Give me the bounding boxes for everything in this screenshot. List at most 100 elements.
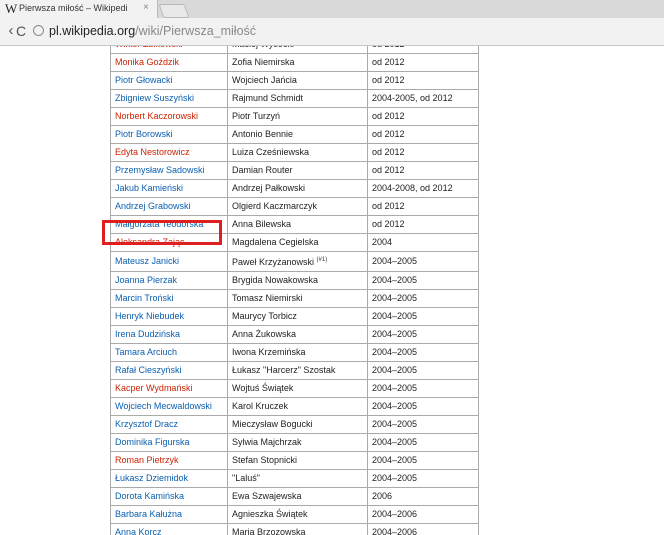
actor-link[interactable]: Dominika Figurska: [115, 437, 190, 447]
address-bar[interactable]: pl.wikipedia.org/wiki/Pierwsza_miłość: [49, 23, 256, 39]
actor-link[interactable]: Marcin Troński: [115, 293, 174, 303]
role-text: Paweł Krzyżanowski: [232, 257, 315, 267]
role-text: Rajmund Schmidt: [232, 93, 304, 103]
role-cell: Luiza Cześniewska: [227, 143, 368, 162]
role-text: Anna Bilewska: [232, 219, 292, 229]
actor-cell: Roman Pietrzyk: [110, 451, 228, 470]
role-cell: Maciej Wysocki: [227, 46, 368, 54]
page-info-icon[interactable]: [33, 25, 44, 36]
close-tab-icon[interactable]: ×: [143, 2, 149, 14]
table-row: Rafał Cieszyński Łukasz "Harcerz" Szostak…: [110, 361, 479, 380]
role-text: Piotr Turzyń: [232, 111, 281, 121]
table-row: Łukasz Dziemidok "Laluś" 2004–2005: [110, 469, 479, 488]
actor-cell: Anna Korcz: [110, 523, 228, 535]
table-row: Jakub Kamieński Andrzej Pałkowski 2004-200…: [110, 179, 479, 198]
table-row: Przemysław Sadowski Damian Router od 2012: [110, 161, 479, 180]
actor-cell: Krzysztof Dracz: [110, 415, 228, 434]
actor-link[interactable]: Łukasz Dziemidok: [115, 473, 188, 483]
role-text: Andrzej Pałkowski: [232, 183, 306, 193]
role-cell: Rajmund Schmidt: [227, 89, 368, 108]
actor-link[interactable]: Edyta Nestorowicz: [115, 147, 190, 157]
role-cell: Magdalena Cegielska: [227, 233, 368, 252]
table-row: Wojciech Mecwaldowski Karol Kruczek 2004–2…: [110, 397, 479, 416]
actor-link[interactable]: Piotr Borowski: [115, 129, 173, 139]
actor-link[interactable]: Anna Korcz: [115, 527, 162, 535]
role-text: Wojtuś Świątek: [232, 383, 294, 393]
table-row: Krzysztof Dracz Mieczysław Bogucki 2004–20…: [110, 415, 479, 434]
table-row: Roman Pietrzyk Stefan Stopnicki 2004–2005: [110, 451, 479, 470]
table-row: Joanna Pierzak Brygida Nowakowska 2004–200…: [110, 271, 479, 290]
role-cell: Maurycy Torbicz: [227, 307, 368, 326]
actor-link[interactable]: Przemysław Sadowski: [115, 165, 205, 175]
actor-cell: Mateusz Janicki: [110, 251, 228, 272]
table-row: Piotr Głowacki Wojciech Jańcia od 2012: [110, 71, 479, 90]
role-text: Wojciech Jańcia: [232, 75, 297, 85]
table-row: Norbert Kaczorowski Piotr Turzyń od 2012: [110, 107, 479, 126]
table-row: Monika Goździk Zofia Niemirska od 2012: [110, 53, 479, 72]
actor-link[interactable]: Piotr Głowacki: [115, 75, 173, 85]
actor-link[interactable]: Irena Dudzińska: [115, 329, 180, 339]
years-cell: od 2012: [367, 161, 479, 180]
actor-link[interactable]: Henryk Niebudek: [115, 311, 184, 321]
years-cell: 2004–2005: [367, 343, 479, 362]
table-row: Henryk Niebudek Maurycy Torbicz 2004–2005: [110, 307, 479, 326]
actor-link[interactable]: Monika Goździk: [115, 57, 179, 67]
actor-link[interactable]: Tamara Arciuch: [115, 347, 177, 357]
actor-cell: Edyta Nestorowicz: [110, 143, 228, 162]
actor-link[interactable]: Kacper Wydmański: [115, 383, 192, 393]
actor-link[interactable]: Jakub Kamieński: [115, 183, 183, 193]
table-row: Edyta Nestorowicz Luiza Cześniewska od 201…: [110, 143, 479, 162]
tab-title: Pierwsza miłość – Wikipedi: [19, 3, 128, 13]
actor-link[interactable]: Wojciech Mecwaldowski: [115, 401, 212, 411]
years-cell: od 2012: [367, 71, 479, 90]
years-cell: 2004-2005, od 2012: [367, 89, 479, 108]
tab-strip: W Pierwsza miłość – Wikipedi ×: [0, 0, 664, 18]
years-cell: od 2012: [367, 215, 479, 234]
browser-tab[interactable]: W Pierwsza miłość – Wikipedi ×: [0, 0, 158, 18]
years-cell: od 2012: [367, 125, 479, 144]
table-row: Zbigniew Suszyński Rajmund Schmidt 2004-20…: [110, 89, 479, 108]
years-cell: 2004–2006: [367, 523, 479, 535]
role-text: Magdalena Cegielska: [232, 237, 319, 247]
actor-link[interactable]: Norbert Kaczorowski: [115, 111, 198, 121]
actor-cell: Zbigniew Suszyński: [110, 89, 228, 108]
table-row: Marcin Troński Tomasz Niemirski 2004–2005: [110, 289, 479, 308]
actor-link[interactable]: Krzysztof Dracz: [115, 419, 178, 429]
actor-link[interactable]: Barbara Kałużna: [115, 509, 182, 519]
actor-cell: Marcin Troński: [110, 289, 228, 308]
years-cell: 2004–2005: [367, 251, 479, 272]
actor-link[interactable]: Rafał Cieszyński: [115, 365, 182, 375]
actor-link[interactable]: Roman Pietrzyk: [115, 455, 179, 465]
years-cell: 2004: [367, 233, 479, 252]
role-cell: Iwona Krzemińska: [227, 343, 368, 362]
actor-cell: Dorota Kamińska: [110, 487, 228, 506]
actor-link[interactable]: Joanna Pierzak: [115, 275, 177, 285]
years-cell: 2004–2005: [367, 469, 479, 488]
years-cell: 2004–2005: [367, 307, 479, 326]
actor-link[interactable]: Andrzej Grabowski: [115, 201, 191, 211]
role-cell: Anna Bilewska: [227, 215, 368, 234]
role-cell: Piotr Turzyń: [227, 107, 368, 126]
new-tab-button[interactable]: [158, 4, 190, 18]
role-cell: Paweł Krzyżanowski (#1): [227, 251, 368, 272]
actor-link[interactable]: Wiktor Zbikowski: [115, 46, 183, 49]
table-row: Anna Korcz Maria Brzozowska 2004–2006: [110, 523, 479, 535]
table-row: Mateusz Janicki Paweł Krzyżanowski (#1) 20…: [110, 251, 479, 272]
actor-cell: Rafał Cieszyński: [110, 361, 228, 380]
role-cell: Andrzej Pałkowski: [227, 179, 368, 198]
role-cell: Maria Brzozowska: [227, 523, 368, 535]
footnote-ref[interactable]: (#1): [317, 257, 328, 263]
actor-cell: Wojciech Mecwaldowski: [110, 397, 228, 416]
actor-link[interactable]: Zbigniew Suszyński: [115, 93, 194, 103]
actor-cell: Andrzej Grabowski: [110, 197, 228, 216]
wikipedia-logo-icon: W: [5, 1, 18, 16]
actor-cell: Kacper Wydmański: [110, 379, 228, 398]
actor-cell: Piotr Głowacki: [110, 71, 228, 90]
years-cell: od 2012: [367, 197, 479, 216]
role-text: Antonio Bennie: [232, 129, 294, 139]
table-row: Dorota Kamińska Ewa Szwajewska 2006: [110, 487, 479, 506]
actor-link[interactable]: Dorota Kamińska: [115, 491, 184, 501]
actor-link[interactable]: Mateusz Janicki: [115, 256, 179, 266]
reload-icon[interactable]: C: [12, 21, 30, 41]
table-row: Andrzej Grabowski Olgierd Kaczmarczyk od 2…: [110, 197, 479, 216]
